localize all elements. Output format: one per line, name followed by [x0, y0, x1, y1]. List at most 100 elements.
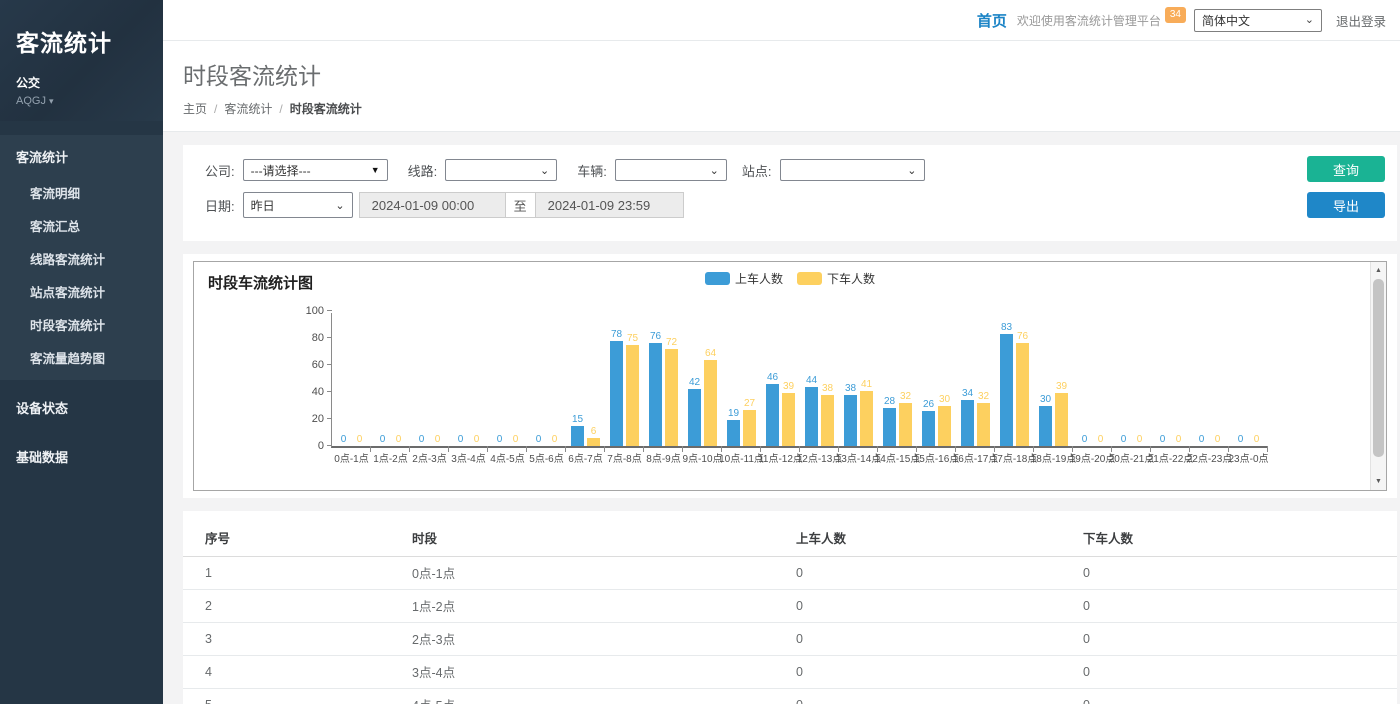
start-datetime-input[interactable]: 2024-01-09 00:00 — [359, 192, 506, 218]
data-table: 序号时段上车人数下车人数 10点-1点0021点-2点0032点-3点0043点… — [183, 520, 1397, 704]
bar-value-label: 39 — [1056, 381, 1067, 392]
data-table-panel: 序号时段上车人数下车人数 10点-1点0021点-2点0032点-3点0043点… — [183, 511, 1397, 704]
bar-value-label: 0 — [1098, 434, 1104, 445]
chart-scrollbar[interactable]: ▲ ▼ — [1370, 262, 1386, 490]
table-cell: 0 — [796, 557, 1083, 590]
x-tick-label: 7点-8点 — [607, 450, 641, 465]
sidebar-item-passenger-detail[interactable]: 客流明细 — [0, 176, 163, 209]
legend-swatch-icon — [705, 272, 730, 285]
bar-value-label: 32 — [978, 391, 989, 402]
filter-row-2: 日期: 昨日 ⌄ 2024-01-09 00:00 至 2024-01-09 2… — [205, 192, 1375, 218]
org-selector[interactable]: AQGJ▾ — [16, 95, 147, 107]
table-cell: 0 — [796, 623, 1083, 656]
home-link[interactable]: 首页 — [977, 10, 1007, 31]
scrollbar-thumb[interactable] — [1373, 279, 1384, 457]
bar-value-label: 0 — [1137, 434, 1143, 445]
breadcrumb-home[interactable]: 主页 — [183, 100, 207, 117]
bar-group: 0022点-23点 — [1190, 311, 1229, 446]
bar-value-label: 30 — [1040, 394, 1051, 405]
bar — [844, 395, 857, 446]
x-tick-label: 2点-3点 — [412, 450, 446, 465]
bar-value-label: 32 — [900, 391, 911, 402]
bar-value-label: 0 — [419, 434, 425, 445]
chevron-down-icon: ⌄ — [907, 164, 916, 177]
sidebar-item-device-status[interactable]: 设备状态 — [0, 386, 163, 429]
language-select-value: 简体中文 — [1202, 12, 1250, 29]
vehicle-select[interactable]: ⌄ — [615, 159, 727, 181]
scroll-up-icon[interactable]: ▲ — [1371, 263, 1386, 278]
sidebar-item-base-data[interactable]: 基础数据 — [0, 435, 163, 478]
legend-item[interactable]: 下车人数 — [797, 270, 875, 287]
bar-value-label: 0 — [458, 434, 464, 445]
export-button[interactable]: 导出 — [1307, 192, 1385, 218]
y-tick-label: 20 — [296, 413, 324, 425]
bar-group: 1566点-7点 — [566, 311, 605, 446]
caret-down-icon: ▾ — [49, 96, 54, 106]
bar-value-label: 76 — [1017, 331, 1028, 342]
bar-value-label: 72 — [666, 337, 677, 348]
notification-badge: 34 — [1165, 7, 1186, 23]
breadcrumb-separator: / — [214, 102, 217, 116]
bar-group: 443812点-13点 — [800, 311, 839, 446]
nav-section-passenger-stats: 客流统计 客流明细 客流汇总 线路客流统计 站点客流统计 时段客流统计 客流量趋… — [0, 135, 163, 380]
bar — [821, 395, 834, 446]
x-tick-label: 8点-9点 — [646, 450, 680, 465]
table-cell: 3 — [183, 623, 412, 656]
language-select[interactable]: 简体中文 ⌄ — [1194, 9, 1322, 32]
bar-group: 192710点-11点 — [722, 311, 761, 446]
x-tick-label: 6点-7点 — [568, 450, 602, 465]
y-tick-label: 60 — [296, 359, 324, 371]
sidebar: 客流统计 公交 AQGJ▾ 客流统计 客流明细 客流汇总 线路客流统计 站点客流… — [0, 0, 163, 704]
legend-item[interactable]: 上车人数 — [705, 270, 783, 287]
bar-group: 384113点-14点 — [839, 311, 878, 446]
date-preset-select[interactable]: 昨日 ⌄ — [243, 192, 353, 218]
bar-group: 0020点-21点 — [1112, 311, 1151, 446]
scroll-down-icon[interactable]: ▼ — [1371, 474, 1386, 489]
end-datetime-input[interactable]: 2024-01-09 23:59 — [535, 192, 684, 218]
topbar: 首页 欢迎使用客流统计管理平台 34 简体中文 ⌄ 退出登录 — [163, 0, 1400, 41]
bar-group: 000点-1点 — [332, 311, 371, 446]
bar — [860, 391, 873, 446]
logout-link[interactable]: 退出登录 — [1336, 11, 1386, 30]
company-select[interactable]: ---请选择--- ▼ — [243, 159, 388, 181]
bar-group: 0019点-20点 — [1073, 311, 1112, 446]
sidebar-item-passenger-stats[interactable]: 客流统计 — [0, 135, 163, 176]
table-cell: 0 — [796, 656, 1083, 689]
table-cell: 0 — [796, 689, 1083, 704]
table-cell: 0 — [1083, 689, 1397, 704]
sidebar-item-period-stats[interactable]: 时段客流统计 — [0, 308, 163, 341]
bar-group: 002点-3点 — [410, 311, 449, 446]
breadcrumb-passenger-stats[interactable]: 客流统计 — [224, 100, 272, 117]
bar — [688, 389, 701, 446]
bar-group: 283214点-15点 — [878, 311, 917, 446]
table-cell: 2 — [183, 590, 412, 623]
date-preset-value: 昨日 — [251, 197, 275, 214]
bar — [1039, 406, 1052, 447]
bar — [649, 343, 662, 446]
bar-value-label: 19 — [728, 408, 739, 419]
line-select[interactable]: ⌄ — [445, 159, 557, 181]
table-header-cell: 时段 — [412, 520, 796, 557]
chart-plot-area: 020406080100000点-1点001点-2点002点-3点003点-4点… — [331, 313, 1268, 448]
bar-value-label: 38 — [845, 383, 856, 394]
sidebar-item-passenger-summary[interactable]: 客流汇总 — [0, 209, 163, 242]
bar — [1016, 343, 1029, 446]
table-header-cell: 上车人数 — [796, 520, 1083, 557]
sidebar-item-flow-trend[interactable]: 客流量趋势图 — [0, 341, 163, 374]
sidebar-item-line-stats[interactable]: 线路客流统计 — [0, 242, 163, 275]
bar — [704, 360, 717, 446]
table-row: 10点-1点00 — [183, 557, 1397, 590]
query-button[interactable]: 查询 — [1307, 156, 1385, 182]
table-cell: 4 — [183, 656, 412, 689]
bar-group: 42649点-10点 — [683, 311, 722, 446]
bar-value-label: 0 — [380, 434, 386, 445]
bar — [883, 408, 896, 446]
dropdown-arrow-icon: ▼ — [371, 165, 380, 175]
page-heading: 时段客流统计 主页 / 客流统计 / 时段客流统计 — [163, 41, 1400, 132]
sidebar-item-station-stats[interactable]: 站点客流统计 — [0, 275, 163, 308]
bar — [899, 403, 912, 446]
station-select[interactable]: ⌄ — [780, 159, 925, 181]
bar-value-label: 78 — [611, 329, 622, 340]
chart-legend: 上车人数下车人数 — [194, 270, 1386, 287]
bar-value-label: 0 — [1121, 434, 1127, 445]
